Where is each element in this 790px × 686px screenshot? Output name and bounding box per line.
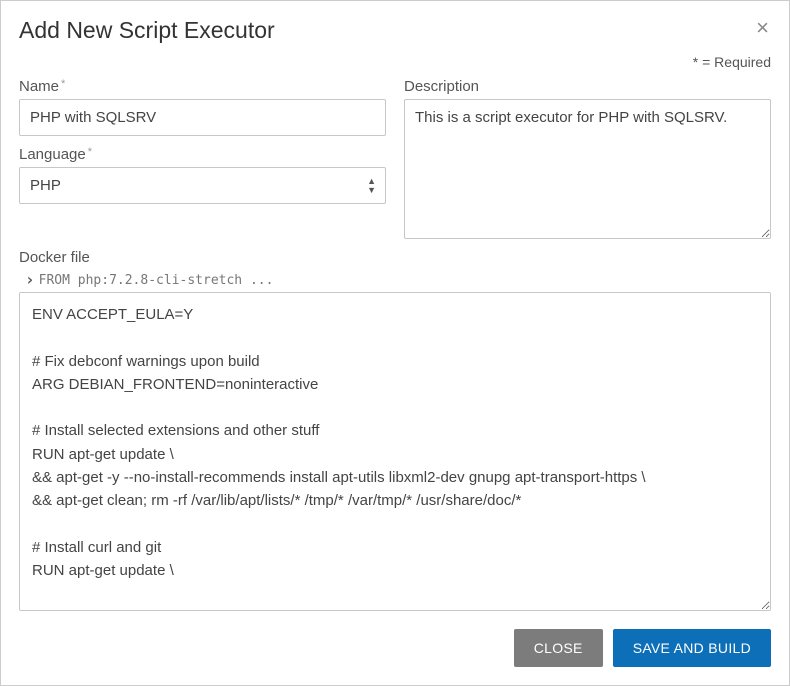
chevron-right-icon: › xyxy=(25,272,35,288)
required-note: * = Required xyxy=(19,54,771,70)
asterisk-icon: * xyxy=(61,78,65,90)
modal-header: Add New Script Executor × xyxy=(19,17,771,44)
field-group-name: Name* xyxy=(19,78,386,136)
language-select[interactable]: PHP xyxy=(19,167,386,204)
language-select-wrap: PHP ▲▼ xyxy=(19,167,386,204)
description-textarea[interactable] xyxy=(404,99,771,239)
col-right: Description xyxy=(404,78,771,239)
dockerfile-section: Docker file › FROM php:7.2.8-cli-stretch… xyxy=(19,249,771,611)
col-left: Name* Language* PHP ▲▼ xyxy=(19,78,386,239)
dockerfile-fold-preview: FROM php:7.2.8-cli-stretch ... xyxy=(39,273,274,288)
dockerfile-textarea[interactable] xyxy=(19,292,771,611)
dockerfile-fold-toggle[interactable]: › FROM php:7.2.8-cli-stretch ... xyxy=(25,272,771,288)
name-label: Name* xyxy=(19,78,386,95)
asterisk-icon: * xyxy=(88,146,92,158)
language-label: Language* xyxy=(19,146,386,163)
modal-add-script-executor: Add New Script Executor × * = Required N… xyxy=(0,0,790,686)
modal-title: Add New Script Executor xyxy=(19,17,275,44)
modal-footer: CLOSE SAVE AND BUILD xyxy=(19,629,771,667)
field-group-description: Description xyxy=(404,78,771,239)
dockerfile-label: Docker file xyxy=(19,249,771,266)
form-row-top: Name* Language* PHP ▲▼ Description xyxy=(19,78,771,239)
save-and-build-button[interactable]: SAVE AND BUILD xyxy=(613,629,771,667)
close-icon[interactable]: × xyxy=(754,17,771,39)
name-input[interactable] xyxy=(19,99,386,136)
field-group-language: Language* PHP ▲▼ xyxy=(19,146,386,204)
close-button[interactable]: CLOSE xyxy=(514,629,603,667)
description-label: Description xyxy=(404,78,771,95)
